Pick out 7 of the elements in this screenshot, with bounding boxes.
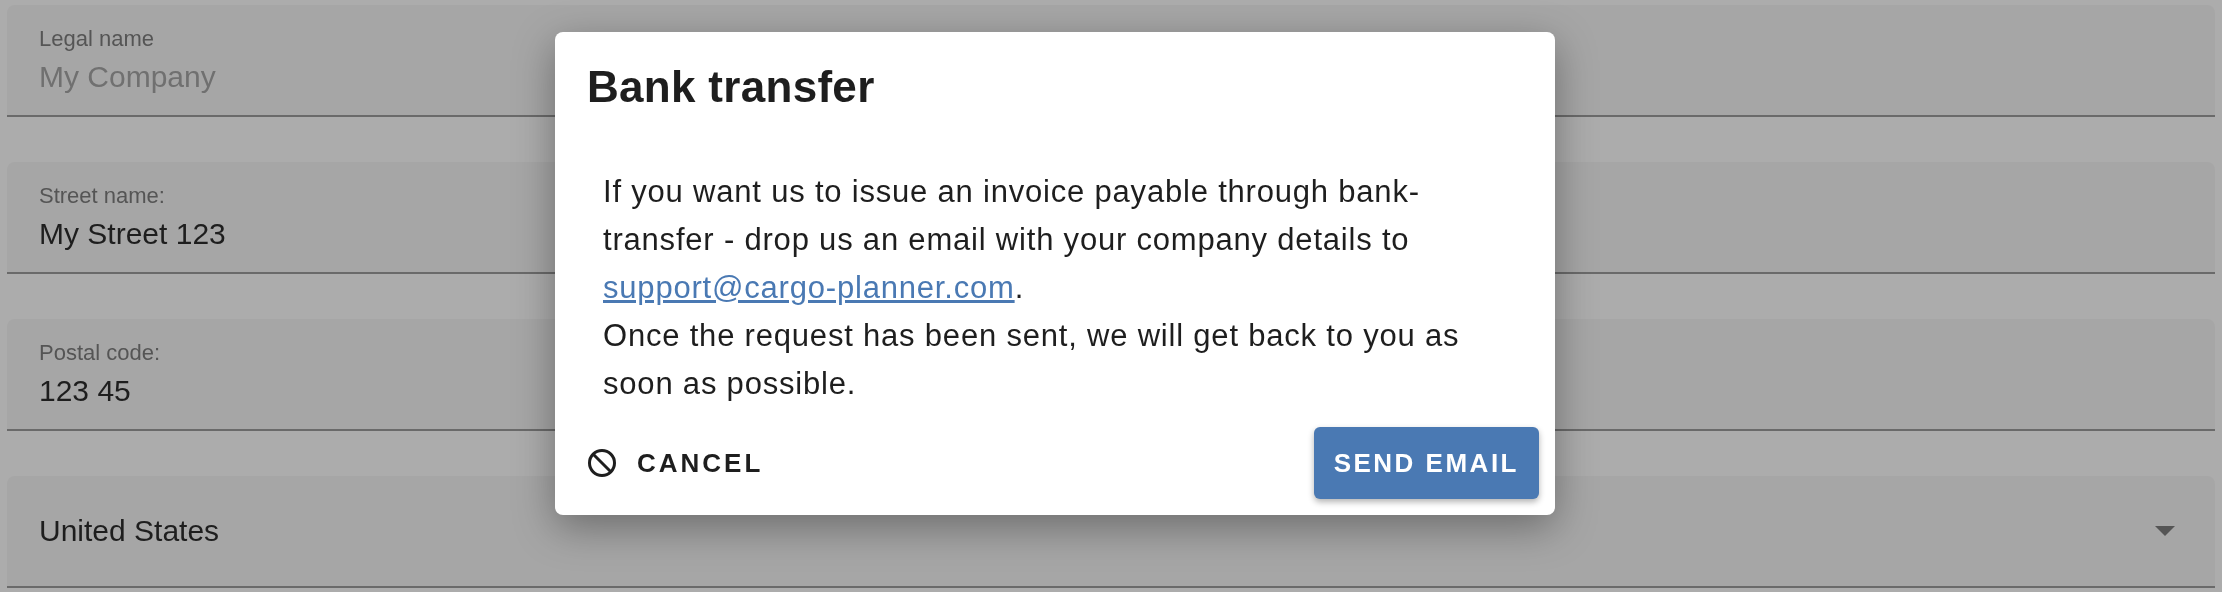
field-label: Legal name <box>39 26 154 52</box>
dialog-text: Once the request has been sent, we will get back to you as soon as possible. <box>603 317 1461 403</box>
field-label: Postal code: <box>39 340 161 366</box>
field-label: Street name: <box>39 183 165 209</box>
dialog-title: Bank transfer <box>587 62 875 112</box>
select-value: United States <box>39 514 220 548</box>
dialog-text: If you want us to issue an invoice payable through bank-transfer - drop us an email with your company details to support@cargo-planner.com. <box>603 173 1421 307</box>
